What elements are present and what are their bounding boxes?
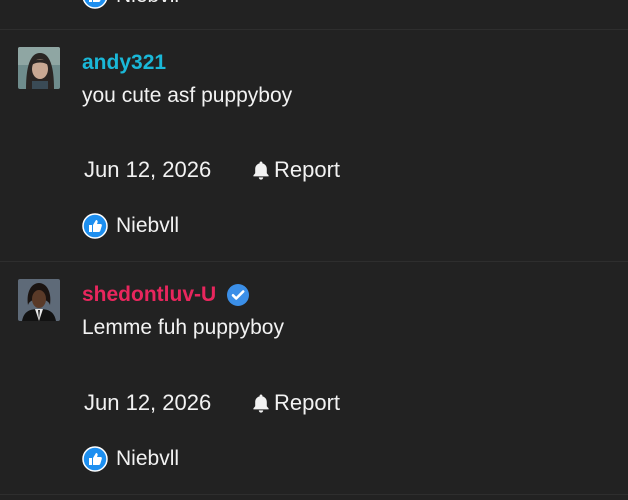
report-label: Report — [274, 157, 341, 182]
like-label: Niebvll — [116, 447, 180, 470]
username[interactable]: shedontluv-U — [82, 281, 216, 309]
bell-icon — [250, 392, 272, 414]
verified-badge-icon — [226, 283, 250, 307]
comment-meta: Jun 12, 2026 Report — [84, 389, 340, 417]
comment-date: Jun 12, 2026 — [84, 390, 212, 415]
divider — [0, 29, 628, 30]
like-button-previous[interactable]: Niebvll — [82, 0, 179, 9]
comment-header: andy321 — [82, 49, 166, 77]
divider — [0, 261, 628, 262]
comment-meta: Jun 12, 2026 Report — [84, 156, 340, 184]
like-button[interactable]: Niebvll — [82, 445, 179, 473]
avatar[interactable] — [18, 47, 60, 89]
like-button[interactable]: Niebvll — [82, 212, 179, 240]
thumbs-up-icon — [82, 213, 108, 239]
comment-date: Jun 12, 2026 — [84, 157, 212, 182]
comment-text: you cute asf puppyboy — [82, 84, 293, 107]
report-button[interactable]: Report — [250, 389, 340, 417]
like-label: Niebvll — [116, 214, 180, 237]
divider — [0, 494, 628, 495]
thumbs-up-icon — [82, 0, 108, 9]
like-label: Niebvll — [116, 0, 179, 8]
bell-icon — [250, 159, 272, 181]
thumbs-up-icon — [82, 446, 108, 472]
avatar[interactable] — [18, 279, 60, 321]
comment-feed: Niebvll andy321 you cute asf puppyboy Ju… — [0, 0, 628, 500]
report-button[interactable]: Report — [250, 156, 340, 184]
report-label: Report — [274, 390, 341, 415]
username[interactable]: andy321 — [82, 49, 166, 77]
comment-header: shedontluv-U — [82, 281, 250, 309]
comment-text: Lemme fuh puppyboy — [82, 316, 284, 339]
